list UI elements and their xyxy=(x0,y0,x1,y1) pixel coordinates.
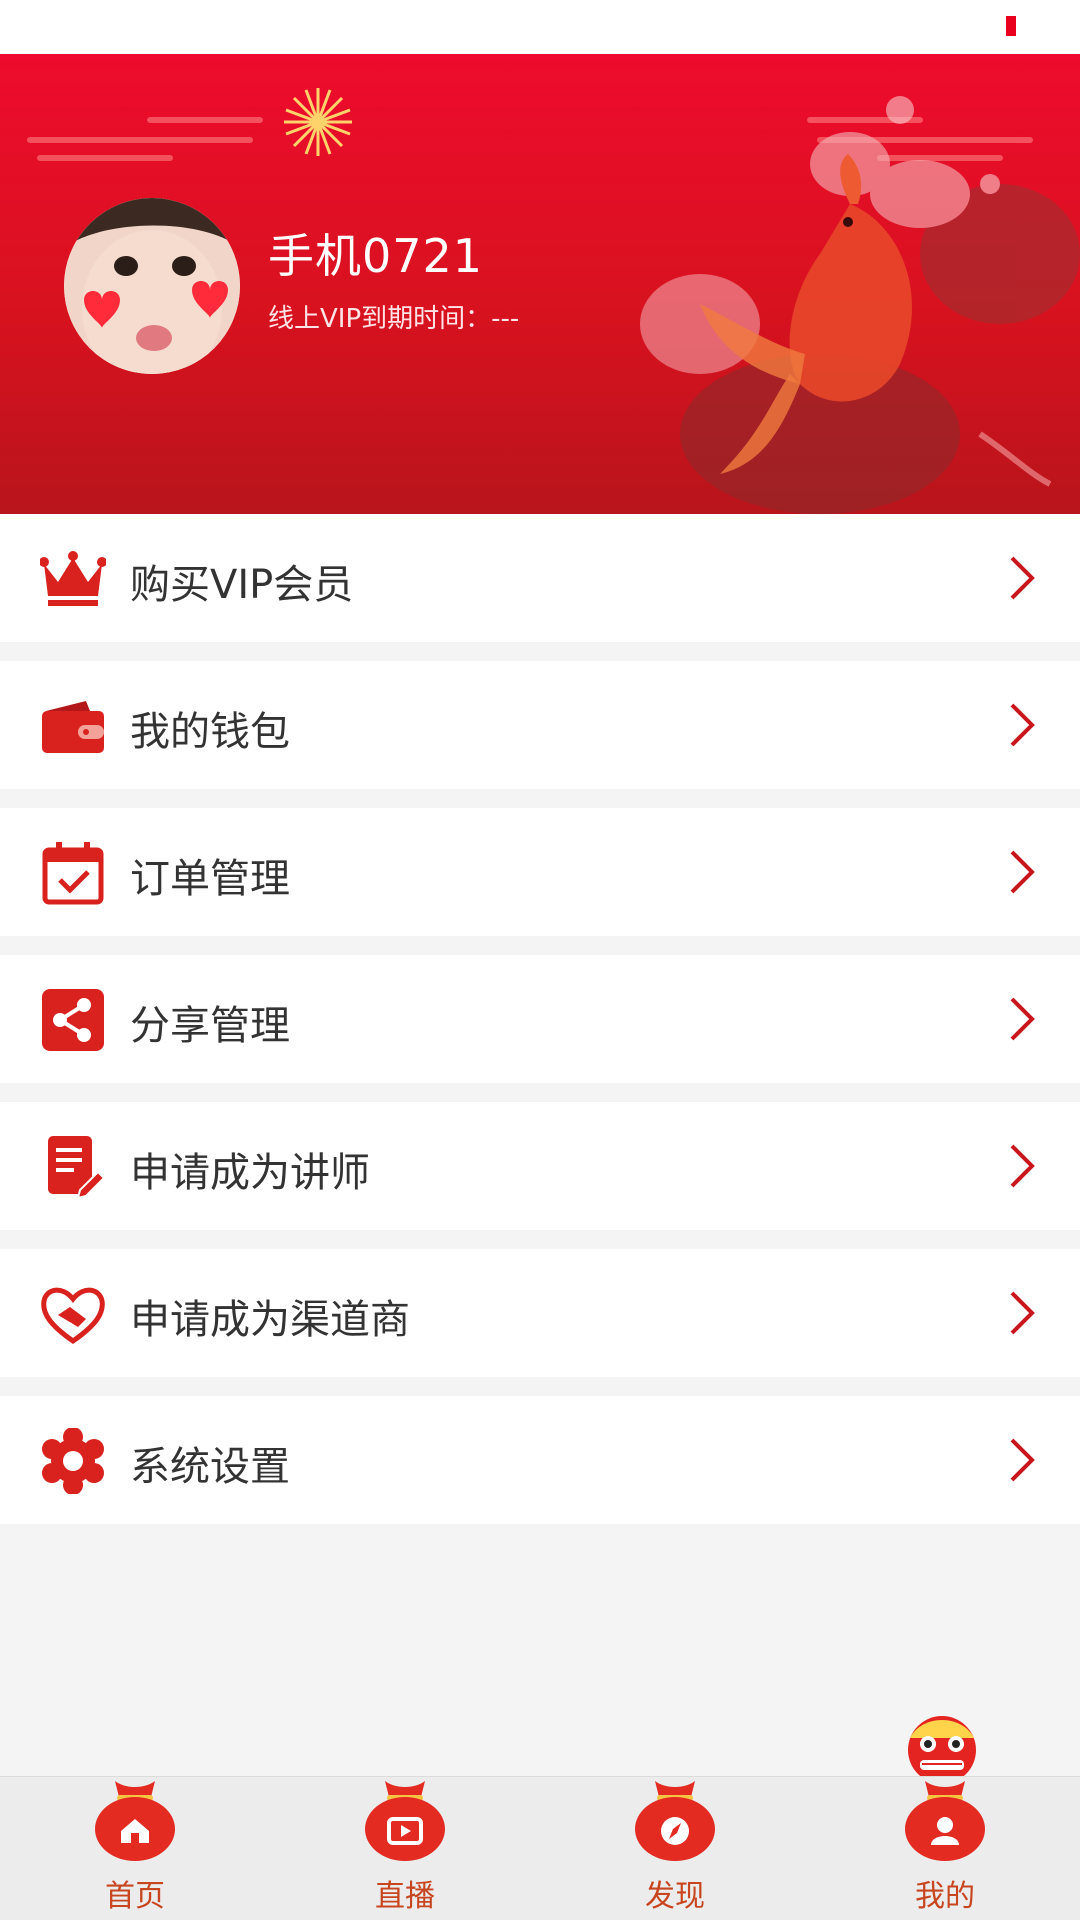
bottom-tab-bar: 首页 直播 发现 我的 xyxy=(0,1776,1080,1920)
compass-icon xyxy=(635,1781,715,1861)
avatar[interactable] xyxy=(64,198,240,374)
menu-item-label: 分享管理 xyxy=(130,1003,290,1049)
handshake-heart-icon xyxy=(41,1287,105,1345)
tab-live[interactable]: 直播 xyxy=(270,1777,540,1920)
document-edit-icon xyxy=(48,1136,106,1200)
status-bar xyxy=(0,0,1080,54)
user-icon xyxy=(905,1781,985,1861)
chevron-right-icon xyxy=(1010,703,1035,747)
menu-item-order-management[interactable]: 订单管理 xyxy=(0,808,1080,936)
avatar-image xyxy=(64,198,240,374)
share-icon xyxy=(42,989,104,1051)
play-icon xyxy=(365,1781,445,1861)
tab-label: 发现 xyxy=(645,1879,705,1914)
chevron-right-icon xyxy=(1010,850,1035,894)
menu-item-label: 购买VIP会员 xyxy=(130,562,354,608)
wallet-icon xyxy=(42,701,104,753)
menu-item-label: 我的钱包 xyxy=(130,709,290,755)
tab-home[interactable]: 首页 xyxy=(0,1777,270,1920)
menu-item-share-management[interactable]: 分享管理 xyxy=(0,955,1080,1083)
tab-label: 直播 xyxy=(375,1879,435,1914)
gear-icon xyxy=(42,1428,104,1494)
menu-item-apply-lecturer[interactable]: 申请成为讲师 xyxy=(0,1102,1080,1230)
menu-item-label: 申请成为渠道商 xyxy=(130,1297,410,1343)
username: 手机0721 xyxy=(268,229,484,283)
tab-mine[interactable]: 我的 xyxy=(810,1777,1080,1920)
calendar-check-icon xyxy=(42,842,104,905)
menu-item-system-settings[interactable]: 系统设置 xyxy=(0,1396,1080,1524)
menu-item-label: 系统设置 xyxy=(130,1444,290,1490)
menu-item-apply-channel-partner[interactable]: 申请成为渠道商 xyxy=(0,1249,1080,1377)
chevron-right-icon xyxy=(1010,997,1035,1041)
tab-label: 我的 xyxy=(915,1879,975,1914)
menu-item-label: 订单管理 xyxy=(130,856,290,902)
menu-item-label: 申请成为讲师 xyxy=(130,1150,370,1196)
menu-list: 购买VIP会员 我的钱包 订单管理 分享管理 申请成为讲师 申请成为渠道商 系统… xyxy=(0,514,1080,1524)
crown-icon xyxy=(40,551,106,606)
chevron-right-icon xyxy=(1010,1438,1035,1482)
home-icon xyxy=(95,1781,175,1861)
chevron-right-icon xyxy=(1010,556,1035,600)
tab-label: 首页 xyxy=(105,1879,165,1914)
profile-header: 手机0721 线上VIP到期时间：--- xyxy=(0,54,1080,514)
menu-item-wallet[interactable]: 我的钱包 xyxy=(0,661,1080,789)
chevron-right-icon xyxy=(1010,1291,1035,1335)
menu-item-buy-vip[interactable]: 购买VIP会员 xyxy=(0,514,1080,642)
status-indicator xyxy=(1006,16,1016,36)
tab-discover[interactable]: 发现 xyxy=(540,1777,810,1920)
chevron-right-icon xyxy=(1010,1144,1035,1188)
vip-expiry-text: 线上VIP到期时间：--- xyxy=(268,304,520,334)
